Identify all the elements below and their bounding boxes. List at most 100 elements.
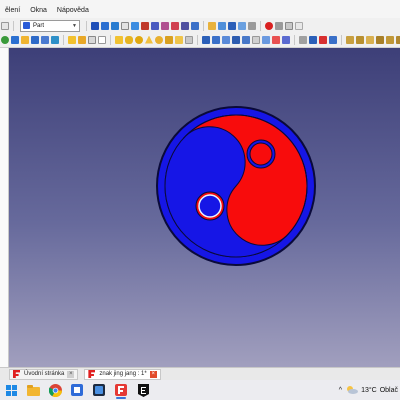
record-macro-icon[interactable] xyxy=(265,21,273,30)
ruled-surface-icon[interactable] xyxy=(262,35,270,44)
measure-icon[interactable] xyxy=(218,21,226,30)
measure-toggle-icon[interactable] xyxy=(386,35,394,44)
edit-macro-icon[interactable] xyxy=(285,21,293,30)
toolbar-separator xyxy=(203,20,204,31)
common-icon[interactable] xyxy=(329,35,337,44)
clip-plane-icon[interactable] xyxy=(238,21,246,30)
top-view-icon[interactable] xyxy=(41,35,49,44)
toolbar-separator xyxy=(110,34,111,45)
part-icon[interactable] xyxy=(78,35,86,44)
menu-bar: ělení Okna Nápověda xyxy=(0,0,400,20)
freecad-icon xyxy=(13,370,21,378)
freecad-icon[interactable] xyxy=(110,380,132,400)
cone-primitive-icon[interactable] xyxy=(145,35,153,44)
make-face-icon[interactable] xyxy=(252,35,260,44)
tray-chevron-icon[interactable]: ^ xyxy=(339,387,342,394)
view-right-icon[interactable] xyxy=(161,21,169,30)
box-icon[interactable] xyxy=(88,35,96,44)
tab-start-page[interactable]: Úvodní stránka × xyxy=(9,368,79,380)
right-view-icon[interactable] xyxy=(51,35,59,44)
close-icon[interactable]: × xyxy=(67,370,75,378)
start-icon[interactable] xyxy=(0,380,22,400)
toolbar-separator xyxy=(260,20,261,31)
measure-clear-icon[interactable] xyxy=(376,35,384,44)
view-front-icon[interactable] xyxy=(141,21,149,30)
yang-dot[interactable] xyxy=(249,142,273,166)
draw-style-icon[interactable] xyxy=(121,21,129,30)
files-icon[interactable] xyxy=(66,380,88,400)
menu-view[interactable]: ělení xyxy=(0,7,25,14)
chrome-icon[interactable] xyxy=(44,380,66,400)
fillet-icon[interactable] xyxy=(232,35,240,44)
freecad-window: ělení Okna Nápověda Part ▼ Úvodní stránk… xyxy=(0,0,400,400)
app-icon[interactable] xyxy=(88,380,110,400)
view-left-icon[interactable] xyxy=(191,21,199,30)
cylinder-primitive-icon[interactable] xyxy=(125,35,133,44)
isometric-icon[interactable] xyxy=(21,35,29,44)
measure-linear-icon[interactable] xyxy=(346,35,354,44)
front-view-icon[interactable] xyxy=(31,35,39,44)
combo-view-panel[interactable] xyxy=(0,48,9,367)
chevron-down-icon: ▼ xyxy=(72,22,77,29)
weather-temperature[interactable]: 13°C xyxy=(361,387,377,394)
sweep-icon[interactable] xyxy=(282,35,290,44)
cube-primitive-icon[interactable] xyxy=(115,35,123,44)
refresh-icon[interactable] xyxy=(1,35,9,44)
toolbar-separator xyxy=(197,34,198,45)
cut-icon[interactable] xyxy=(309,35,317,44)
3d-view[interactable] xyxy=(9,48,400,367)
tab-label: Úvodní stránka xyxy=(24,371,65,377)
epic-games-icon[interactable] xyxy=(132,380,154,400)
stop-macro-icon[interactable] xyxy=(275,21,283,30)
link-icon[interactable] xyxy=(248,21,256,30)
system-tray: ^ 13°C Oblač xyxy=(339,380,400,400)
view-top-icon[interactable] xyxy=(151,21,159,30)
tab-document[interactable]: znak jing jang : 1* × xyxy=(84,368,161,380)
file-explorer-icon[interactable] xyxy=(22,380,44,400)
workbench-selected-label: Part xyxy=(33,22,45,29)
mirror-icon[interactable] xyxy=(222,35,230,44)
run-macro-icon[interactable] xyxy=(295,21,303,30)
yin-yang-model[interactable] xyxy=(9,48,400,367)
torus-primitive-icon[interactable] xyxy=(155,35,163,44)
group-icon[interactable] xyxy=(68,35,76,44)
toolbar-separator xyxy=(341,34,342,45)
windows-taskbar: ^ 13°C Oblač xyxy=(0,380,400,400)
yin-dot-selected[interactable] xyxy=(198,194,222,218)
sphere-primitive-icon[interactable] xyxy=(135,35,143,44)
tube-primitive-icon[interactable] xyxy=(165,35,173,44)
cube-icon[interactable] xyxy=(228,21,236,30)
part-workbench-icon xyxy=(23,22,30,29)
weather-description[interactable]: Oblač xyxy=(380,387,398,394)
measure-refresh-icon[interactable] xyxy=(366,35,374,44)
revolve-icon[interactable] xyxy=(212,35,220,44)
shape-builder-icon[interactable] xyxy=(185,35,193,44)
primitives-icon[interactable] xyxy=(175,35,183,44)
tab-label: znak jing jang : 1* xyxy=(99,371,147,377)
measure-angular-icon[interactable] xyxy=(356,35,364,44)
help-icon[interactable] xyxy=(1,21,9,30)
document-tabs: Úvodní stránka × znak jing jang : 1* × xyxy=(0,367,400,380)
toolbar-separator xyxy=(13,20,14,31)
menu-windows[interactable]: Okna xyxy=(25,7,52,14)
measure-3d-icon[interactable] xyxy=(396,35,400,44)
fit-selection-icon[interactable] xyxy=(111,21,119,30)
chamfer-icon[interactable] xyxy=(242,35,250,44)
extrude-icon[interactable] xyxy=(202,35,210,44)
workbench-selector[interactable]: Part ▼ xyxy=(20,19,80,32)
folder-icon[interactable] xyxy=(208,21,216,30)
close-icon[interactable]: × xyxy=(149,370,157,378)
fuse-icon[interactable] xyxy=(319,35,327,44)
view-isometric-icon[interactable] xyxy=(131,21,139,30)
cloud-icon[interactable] xyxy=(346,386,359,394)
view-rear-icon[interactable] xyxy=(171,21,179,30)
fit-all-icon[interactable] xyxy=(101,21,109,30)
new-document-icon[interactable] xyxy=(98,35,106,44)
view-box-icon[interactable] xyxy=(11,35,19,44)
boolean-icon[interactable] xyxy=(299,35,307,44)
loft-icon[interactable] xyxy=(272,35,280,44)
view-bottom-icon[interactable] xyxy=(181,21,189,30)
menu-help[interactable]: Nápověda xyxy=(52,7,94,14)
macro-icon[interactable] xyxy=(91,21,99,30)
toolbar-separator xyxy=(63,34,64,45)
